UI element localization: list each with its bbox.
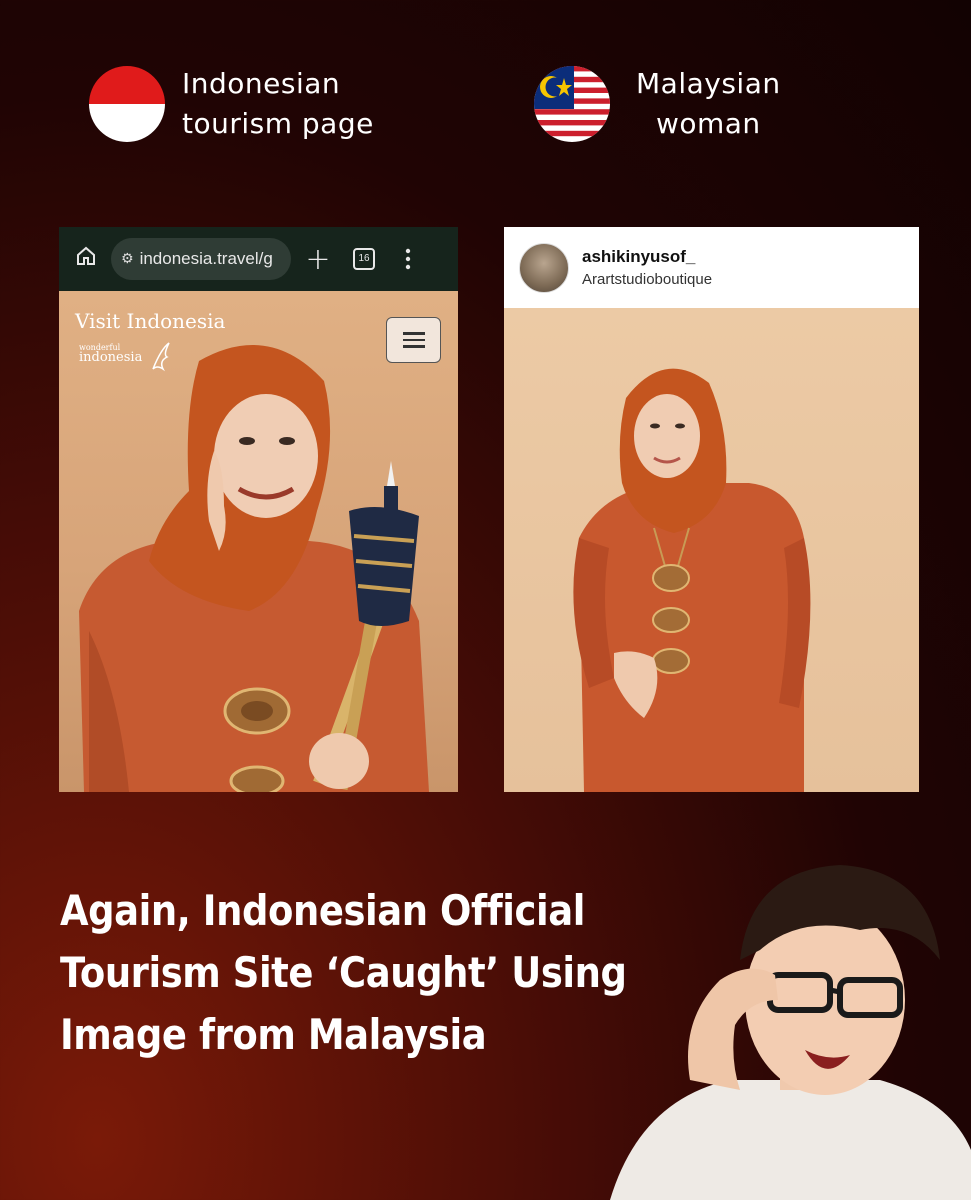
site-settings-icon[interactable]: ⚙ bbox=[121, 251, 134, 267]
legend-malaysia-line1: Malaysian bbox=[636, 67, 781, 100]
headline: Again, Indonesian Official Tourism Site … bbox=[60, 880, 627, 1066]
logo-big-text: indonesia bbox=[79, 350, 143, 365]
malaysia-flag-icon bbox=[534, 66, 610, 142]
tab-count-button[interactable]: 16 bbox=[353, 248, 375, 270]
shocked-person-image bbox=[600, 850, 971, 1200]
hero-photo bbox=[79, 345, 429, 792]
legend-indonesia-line2: tourism page bbox=[182, 107, 374, 140]
indonesia-flag-icon bbox=[89, 66, 165, 142]
headline-line1: Again, Indonesian Official bbox=[60, 886, 585, 935]
legend-malaysia-label: Malaysian woman bbox=[636, 64, 781, 144]
wonderful-indonesia-logo[interactable]: wonderful indonesia bbox=[79, 343, 142, 365]
avatar[interactable] bbox=[519, 242, 569, 293]
legend-indonesia-label: Indonesian tourism page bbox=[182, 64, 374, 144]
instagram-photo bbox=[504, 308, 919, 792]
legend-indonesia: Indonesian tourism page bbox=[89, 64, 374, 144]
garuda-logo-icon bbox=[149, 339, 173, 379]
indonesia-site-screenshot: ⚙ indonesia.travel/g + 16 Visit Indonesi… bbox=[59, 227, 458, 792]
instagram-subtitle[interactable]: Arartstudioboutique bbox=[582, 271, 712, 288]
instagram-post-screenshot: ashikinyusof_ Arartstudioboutique bbox=[504, 227, 919, 792]
headline-line2: Tourism Site ‘Caught’ Using bbox=[60, 948, 627, 997]
address-bar[interactable]: ⚙ indonesia.travel/g bbox=[111, 238, 291, 280]
site-title[interactable]: Visit Indonesia bbox=[75, 309, 225, 333]
hamburger-menu-button[interactable] bbox=[386, 317, 441, 363]
instagram-username[interactable]: ashikinyusof_ bbox=[582, 247, 712, 267]
url-text: indonesia.travel/g bbox=[139, 249, 273, 268]
legend-malaysia-line2: woman bbox=[655, 107, 761, 140]
site-hero: Visit Indonesia wonderful indonesia bbox=[59, 291, 458, 792]
instagram-post-header: ashikinyusof_ Arartstudioboutique bbox=[504, 227, 919, 308]
more-menu-icon[interactable] bbox=[403, 248, 413, 270]
browser-toolbar: ⚙ indonesia.travel/g + 16 bbox=[59, 227, 458, 291]
new-tab-icon[interactable]: + bbox=[303, 242, 333, 277]
headline-line3: Image from Malaysia bbox=[60, 1010, 487, 1059]
legend-indonesia-line1: Indonesian bbox=[182, 67, 341, 100]
home-icon[interactable] bbox=[71, 245, 101, 273]
legend-malaysia: Malaysian woman bbox=[534, 64, 781, 144]
